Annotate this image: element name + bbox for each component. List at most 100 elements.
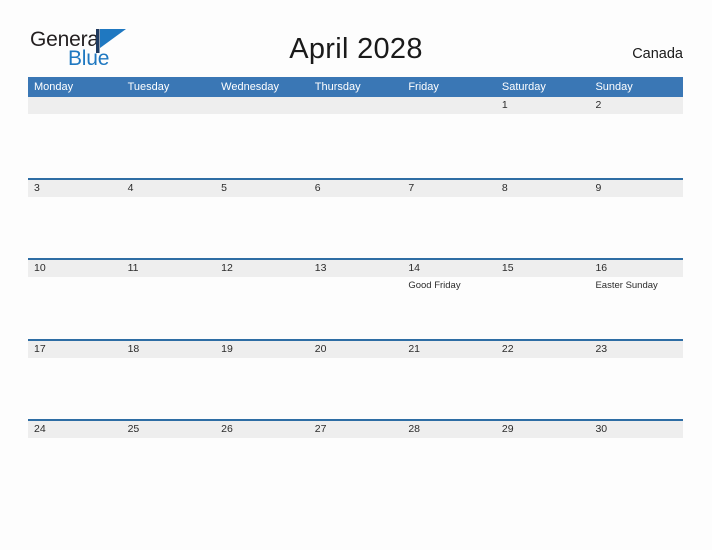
day-event-list (402, 197, 496, 200)
calendar-day-cell[interactable]: 1 (495, 97, 590, 178)
calendar-day-cell[interactable]: 2 (589, 97, 684, 178)
day-event-list (28, 197, 122, 200)
calendar-week-row: 24 25 26 27 28 29 30 (28, 419, 684, 500)
day-number-band: 9 (589, 179, 684, 197)
day-event-list (215, 438, 309, 441)
day-number-band: 13 (308, 260, 403, 277)
day-number-band: 26 (215, 421, 309, 438)
day-number: 1 (501, 99, 508, 111)
calendar-event[interactable]: Easter Sunday (595, 280, 678, 292)
day-number: 3 (34, 181, 40, 194)
calendar-day-cell[interactable]: 7 (402, 179, 496, 259)
day-number-band (28, 97, 122, 114)
calendar-day-cell[interactable]: 21 (402, 340, 496, 420)
day-number: 23 (595, 342, 608, 355)
calendar-day-cell[interactable]: 3 (28, 179, 122, 259)
day-event-list (402, 114, 496, 117)
calendar-day-cell[interactable]: 16 Easter Sunday (589, 260, 684, 339)
calendar-day-cell[interactable]: 8 (495, 179, 590, 259)
day-number: 10 (34, 262, 46, 274)
calendar-day-cell[interactable]: 6 (308, 179, 403, 259)
calendar-day-cell[interactable]: 5 (215, 179, 309, 259)
day-number-band: 25 (121, 421, 216, 438)
day-number: 8 (501, 181, 508, 194)
day-number: 20 (314, 342, 327, 355)
calendar-day-cell[interactable]: 26 (215, 421, 309, 500)
day-event-list (496, 197, 590, 200)
calendar-day-cell[interactable]: 24 (28, 421, 122, 500)
day-event-list (122, 277, 216, 280)
day-number-band: 7 (402, 179, 496, 197)
region-label: Canada (632, 46, 683, 62)
day-event-list: Good Friday (402, 277, 496, 292)
calendar-day-cell[interactable]: 20 (308, 340, 403, 420)
calendar-day-cell[interactable]: 14 Good Friday (402, 260, 496, 339)
day-number: 11 (127, 262, 139, 274)
day-number: 26 (221, 423, 233, 435)
day-event-list (589, 114, 683, 117)
calendar-day-cell[interactable]: 29 (495, 421, 590, 500)
calendar-event[interactable]: Good Friday (408, 280, 491, 292)
weekday-header-tuesday: Tuesday (127, 81, 170, 93)
day-event-list (496, 277, 590, 280)
day-number: 2 (595, 99, 602, 111)
day-number-band (121, 97, 216, 114)
calendar-day-cell[interactable]: 28 (402, 421, 496, 500)
calendar-day-cell[interactable]: 27 (308, 421, 403, 500)
calendar-day-cell[interactable]: 11 (121, 260, 216, 339)
calendar-day-cell[interactable]: 15 (495, 260, 590, 339)
day-number: 28 (408, 423, 420, 435)
day-number-band: 10 (28, 260, 122, 277)
day-number-band: 5 (215, 179, 309, 197)
calendar-day-cell[interactable]: 13 (308, 260, 403, 339)
day-number-band: 28 (402, 421, 496, 438)
day-number: 24 (34, 423, 46, 435)
day-event-list (28, 438, 122, 441)
calendar-day-cell[interactable]: 23 (589, 340, 684, 420)
calendar-weeks: 1 2 3 4 5 6 7 8 9 10 11 12 13 14 Good Friday 15 16 Easter… (28, 97, 684, 500)
calendar-day-cell[interactable]: 4 (121, 179, 216, 259)
calendar-day-cell[interactable]: 22 (495, 340, 590, 420)
day-number-band: 21 (402, 340, 496, 358)
calendar-grid: Monday Tuesday Wednesday Thursday Friday Satu… (28, 77, 684, 500)
calendar-day-cell[interactable]: 30 (589, 421, 684, 500)
day-number: 30 (595, 423, 608, 435)
day-event-list: Easter Sunday (589, 277, 683, 292)
weekday-header-wednesday: Wednesday (221, 81, 280, 93)
day-event-list (309, 358, 403, 361)
day-number-band: 8 (495, 179, 590, 197)
day-number: 4 (127, 181, 134, 194)
day-event-list (402, 438, 496, 441)
calendar-day-cell[interactable]: 10 (28, 260, 122, 339)
day-number: 21 (408, 342, 420, 355)
day-event-list (496, 358, 590, 361)
calendar-day-cell[interactable]: 9 (589, 179, 684, 259)
day-event-list (215, 358, 309, 361)
day-event-list (122, 358, 216, 361)
day-number-band: 24 (28, 421, 122, 438)
calendar-day-cell[interactable]: 18 (121, 340, 216, 420)
day-event-list (215, 277, 309, 280)
day-number-band: 1 (495, 97, 590, 114)
day-event-list (215, 114, 309, 117)
day-number-band: 16 (589, 260, 684, 277)
day-event-list (496, 438, 590, 441)
day-number-band: 3 (28, 179, 122, 197)
day-number-band: 23 (589, 340, 684, 358)
day-number: 17 (34, 342, 46, 355)
day-number-band: 12 (215, 260, 309, 277)
day-number: 22 (501, 342, 514, 355)
day-number: 9 (595, 181, 602, 194)
calendar-day-cell[interactable]: 17 (28, 340, 122, 420)
day-number: 12 (221, 262, 233, 274)
calendar-day-cell[interactable]: 25 (121, 421, 216, 500)
day-number-band: 30 (589, 421, 684, 438)
calendar-week-row: 17 18 19 20 21 22 23 (28, 338, 684, 420)
day-event-list (589, 197, 683, 200)
day-number-band: 29 (495, 421, 590, 438)
calendar-day-cell[interactable]: 19 (215, 340, 309, 420)
calendar-day-cell-empty (28, 97, 122, 178)
calendar-day-cell[interactable]: 12 (215, 260, 309, 339)
day-number: 14 (408, 262, 420, 274)
page-title: April 2028 (289, 33, 423, 65)
